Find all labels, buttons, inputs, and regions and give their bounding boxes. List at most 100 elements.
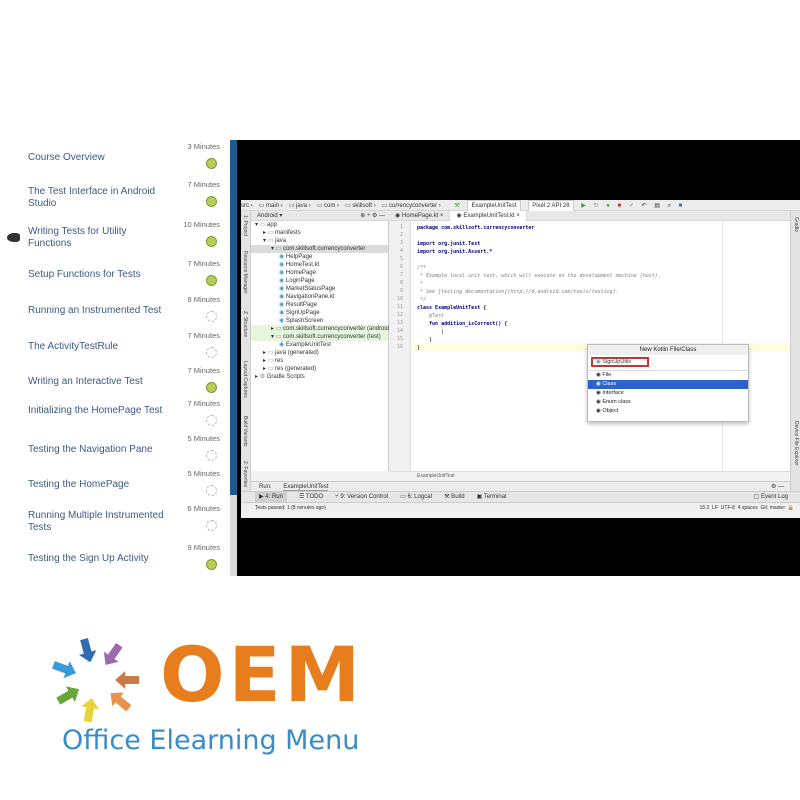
toc-item-title[interactable]: Running an Instrumented Test <box>28 305 168 317</box>
tree-node[interactable]: ◉ LoginPage <box>251 277 388 285</box>
tree-node[interactable]: ◉ HelpPage <box>251 253 388 261</box>
project-tool-tab[interactable]: 1: Project <box>242 215 248 236</box>
code-editor[interactable]: 1 2 3 4 5 6 7 8 9 10 11 12 13 14 15 16 package com.skil… <box>389 221 790 471</box>
toc-item-title[interactable]: Testing the HomePage <box>28 479 168 491</box>
toc-item[interactable]: Testing the HomePage 5 Minutes <box>0 469 228 504</box>
code-line[interactable]: /** <box>417 264 717 272</box>
toc-item[interactable]: Running Multiple Instrumented Tests 6 Min… <box>0 504 228 539</box>
favorites-tool-tab[interactable]: 2: Favorites <box>242 461 248 487</box>
toc-item-title[interactable]: Testing the Sign Up Activity <box>28 553 168 565</box>
vcs-branch[interactable]: Git: master <box>761 505 785 511</box>
run-tab[interactable]: ExampleUnitTest <box>283 484 329 491</box>
kind-option[interactable]: ◉ Enum class <box>588 398 748 407</box>
tree-node[interactable]: ◉ HomeTest.kt <box>251 261 388 269</box>
code-line[interactable]: } <box>417 336 717 344</box>
resource-manager-tool-tab[interactable]: Resource Manager <box>242 251 248 294</box>
file-encoding[interactable]: UTF-8 <box>721 505 735 511</box>
lock-icon[interactable]: 🔒 <box>788 505 794 511</box>
toc-item-title[interactable]: The ActivityTestRule <box>28 341 168 353</box>
kind-option[interactable]: ◉ File <box>588 371 748 380</box>
code-line[interactable] <box>417 256 717 264</box>
toc-item-title[interactable]: Writing Tests for Utility Functions <box>28 226 168 250</box>
class-name-input[interactable]: ◉ SignUpUtils <box>591 357 649 367</box>
toc-item-title[interactable]: Testing the Navigation Pane <box>28 444 168 456</box>
tree-node[interactable]: ▸ ▭ com.skillsoft.currencyconverter (and… <box>251 325 402 333</box>
project-view-header[interactable]: Android ▾ ⊕ ÷ ⚙ — <box>251 211 389 221</box>
tree-node[interactable]: ◉ NavigationPane.kt <box>251 293 388 301</box>
toc-item[interactable]: Writing Tests for Utility Functions 10 Mi… <box>0 220 228 255</box>
logo-arrow <box>103 642 123 665</box>
tree-node[interactable]: ▸ ▭ res (generated) <box>251 365 388 373</box>
tree-node-label: NavigationPane.kt <box>285 294 335 300</box>
build-variants-tool-tab[interactable]: Build Variants <box>242 416 248 446</box>
line-separator[interactable]: LF <box>712 505 718 511</box>
code-line[interactable]: import org.junit.Assert.* <box>417 248 717 256</box>
toc-item-title[interactable]: Course Overview <box>28 152 168 164</box>
toc-item[interactable]: Running an Instrumented Test 8 Minutes <box>0 295 228 330</box>
tree-node[interactable]: ▸ ⚙ Gradle Scripts <box>251 373 388 381</box>
tree-node[interactable]: ▾ ▭ com.skillsoft.currencyconverter <box>251 245 388 253</box>
tree-node[interactable]: ◉ SplashScreen <box>251 317 388 325</box>
tree-node[interactable]: ▾ ▭ app <box>251 221 388 229</box>
toc-item[interactable]: Setup Functions for Tests 7 Minutes <box>0 259 228 294</box>
project-view-select[interactable]: Android <box>257 213 278 219</box>
toc-item[interactable]: Writing an Interactive Test 7 Minutes <box>0 366 228 401</box>
tree-node[interactable]: ▸ ▭ manifests <box>251 229 388 237</box>
code-line[interactable]: fun addition_isCorrect() { <box>417 320 717 328</box>
device-file-explorer-tool-tab[interactable]: Device File Explorer <box>793 421 799 466</box>
code-line[interactable]: package com.skillsoft.currencyconverter <box>417 224 717 232</box>
run-label: Run: <box>259 484 272 490</box>
code-line[interactable]: class ExampleUnitTest { <box>417 304 717 312</box>
code-line[interactable]: * See [testing documentation](http://d.a… <box>417 288 717 296</box>
toc-item[interactable]: Initializing the HomePage Test 7 Minutes <box>0 399 228 434</box>
caret-position[interactable]: 16:2 <box>700 505 710 511</box>
toc-item-title[interactable]: Initializing the HomePage Test <box>28 405 168 417</box>
toc-item-title[interactable]: Writing an Interactive Test <box>28 376 168 388</box>
toc-item[interactable]: Testing the Sign Up Activity 9 Minutes <box>0 543 228 578</box>
code-text[interactable]: package com.skillsoft.currencyconverter i… <box>417 224 717 352</box>
folder-icon: ▭ <box>259 222 268 228</box>
project-tree: ▾ ▭ app ▸ ▭ manifests ▾ ▭ java ▾ ▭ com.skil… <box>251 221 402 471</box>
kind-option[interactable]: ◉ Object <box>588 407 748 416</box>
tree-node[interactable]: ◉ ResultPage <box>251 301 388 309</box>
structure-tool-tab[interactable]: Z: Structure <box>242 311 248 337</box>
kind-option[interactable]: ◉ Interface <box>588 389 748 398</box>
tree-node[interactable]: ◉ MarketStatusPage <box>251 285 388 293</box>
duration-label: 7 Minutes <box>187 180 220 189</box>
duration-label: 5 Minutes <box>187 469 220 478</box>
tree-node[interactable]: ▸ ▭ java (generated) <box>251 349 388 357</box>
tree-node[interactable]: ▸ ▭ res <box>251 357 388 365</box>
toc-item[interactable]: The Test Interface in Android Studio 7 Mi… <box>0 180 228 215</box>
tree-node[interactable]: ◉ ExampleUnitTest <box>251 341 388 349</box>
code-line[interactable]: */ <box>417 296 717 304</box>
toc-scrollbar[interactable] <box>230 140 237 576</box>
tree-node[interactable]: ◉ HomePage <box>251 269 388 277</box>
tree-node[interactable]: ▾ ▭ java <box>251 237 388 245</box>
not-started-status-icon <box>206 450 217 461</box>
toc-item-title[interactable]: Running Multiple Instrumented Tests <box>28 510 168 534</box>
code-line[interactable] <box>417 232 717 240</box>
toc-item-title[interactable]: Setup Functions for Tests <box>28 269 168 281</box>
tree-node[interactable]: ▾ ▭ com.skillsoft.currencyconverter (tes… <box>251 333 388 341</box>
indent-setting[interactable]: 4 spaces <box>738 505 758 511</box>
layout-captures-tool-tab[interactable]: Layout Captures <box>242 361 248 398</box>
toc-item[interactable]: Course Overview 3 Minutes <box>0 142 228 177</box>
gradle-tool-tab[interactable]: Gradle <box>793 217 799 232</box>
editor-tab[interactable]: ◉ HomePage.kt × <box>389 211 451 221</box>
folder-icon: ▭ <box>267 366 276 372</box>
event-log-button[interactable]: ▢ Event Log <box>754 492 788 502</box>
code-line[interactable]: * <box>417 280 717 288</box>
toc-item[interactable]: The ActivityTestRule 7 Minutes <box>0 331 228 366</box>
editor-tab[interactable]: ◉ ExampleUnitTest.kt × <box>450 211 527 221</box>
project-view-actions[interactable]: ⊕ ÷ ⚙ — <box>360 211 385 221</box>
toc-scrollbar-thumb[interactable] <box>230 140 237 495</box>
kind-option[interactable]: ◉ Class <box>588 380 748 389</box>
code-line[interactable]: | <box>417 328 717 336</box>
completed-status-icon <box>206 158 217 169</box>
toc-item[interactable]: Testing the Navigation Pane 5 Minutes <box>0 434 228 469</box>
code-line[interactable]: * Example local unit test, which will ex… <box>417 272 717 280</box>
tree-node[interactable]: ◉ SignUpPage <box>251 309 388 317</box>
toc-item-title[interactable]: The Test Interface in Android Studio <box>28 186 168 210</box>
code-line[interactable]: @Test <box>417 312 717 320</box>
code-line[interactable]: import org.junit.Test <box>417 240 717 248</box>
